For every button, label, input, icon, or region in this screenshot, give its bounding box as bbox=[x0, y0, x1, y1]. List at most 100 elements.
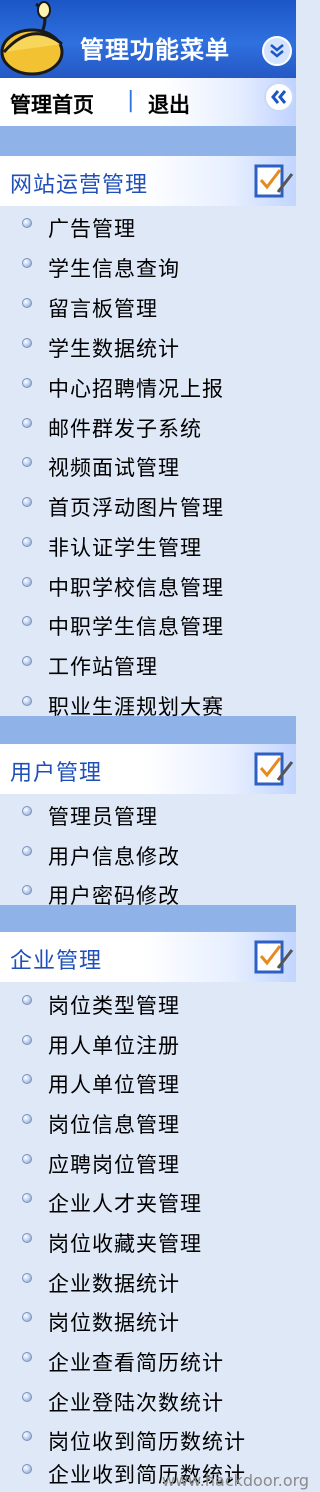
list-item[interactable]: 企业登陆次数统计 bbox=[22, 1382, 292, 1420]
list-item[interactable]: 中职学校信息管理 bbox=[22, 567, 292, 605]
bullet-icon bbox=[22, 1431, 32, 1441]
menu-item-label: 用人单位管理 bbox=[48, 1073, 180, 1097]
top-nav: 管理首页 | 退出 bbox=[0, 78, 296, 126]
list-item[interactable]: 岗位类型管理 bbox=[22, 985, 292, 1023]
menu-item-label: 非认证学生管理 bbox=[48, 536, 202, 560]
section-title: 用户管理 bbox=[10, 761, 103, 786]
list-item[interactable]: 岗位信息管理 bbox=[22, 1104, 292, 1142]
bullet-icon bbox=[22, 298, 32, 308]
menu-item-label: 留言板管理 bbox=[48, 297, 158, 321]
bullet-icon bbox=[22, 577, 32, 587]
bullet-icon bbox=[22, 338, 32, 348]
list-item[interactable]: 企业人才夹管理 bbox=[22, 1183, 292, 1221]
section-header-site-operations[interactable]: 网站运营管理 bbox=[0, 156, 296, 206]
menu-item-label: 企业数据统计 bbox=[48, 1272, 180, 1296]
section-title: 企业管理 bbox=[10, 949, 103, 974]
list-item[interactable]: 邮件群发子系统 bbox=[22, 408, 292, 446]
bullet-icon bbox=[22, 806, 32, 816]
bullet-icon bbox=[22, 537, 32, 547]
list-item[interactable]: 首页浮动图片管理 bbox=[22, 487, 292, 525]
bullet-icon bbox=[22, 258, 32, 268]
bullet-icon bbox=[22, 218, 32, 228]
menu-item-label: 广告管理 bbox=[48, 217, 136, 241]
edit-checklist-icon bbox=[254, 940, 294, 974]
list-item[interactable]: 留言板管理 bbox=[22, 288, 292, 326]
menu-item-label: 岗位类型管理 bbox=[48, 994, 180, 1018]
bullet-icon bbox=[22, 1233, 32, 1243]
menu-item-label: 企业查看简历统计 bbox=[48, 1351, 224, 1375]
bullet-icon bbox=[22, 1154, 32, 1164]
list-item[interactable]: 中职学生信息管理 bbox=[22, 606, 292, 644]
bullet-icon bbox=[22, 1392, 32, 1402]
list-item[interactable]: 用人单位管理 bbox=[22, 1064, 292, 1102]
watermark-text: www.hackdoor.org bbox=[162, 1471, 310, 1490]
double-chevron-down-icon bbox=[270, 44, 284, 58]
menu-item-label: 用人单位注册 bbox=[48, 1034, 180, 1058]
list-item[interactable]: 管理员管理 bbox=[22, 796, 292, 834]
bullet-icon bbox=[22, 1312, 32, 1322]
bullet-icon bbox=[22, 995, 32, 1005]
menu-item-label: 首页浮动图片管理 bbox=[48, 496, 224, 520]
menu-item-label: 企业登陆次数统计 bbox=[48, 1391, 224, 1415]
nav-separator: | bbox=[127, 88, 135, 113]
home-link[interactable]: 管理首页 bbox=[10, 89, 94, 119]
menu-item-label: 管理员管理 bbox=[48, 805, 158, 829]
list-item[interactable]: 学生信息查询 bbox=[22, 248, 292, 286]
edit-checklist-icon bbox=[254, 752, 294, 786]
menu-item-label: 岗位收到简历数统计 bbox=[48, 1430, 246, 1454]
list-item[interactable]: 用人单位注册 bbox=[22, 1025, 292, 1063]
menu-title: 管理功能菜单 bbox=[80, 36, 230, 64]
menu-item-label: 视频面试管理 bbox=[48, 456, 180, 480]
list-item[interactable]: 企业查看简历统计 bbox=[22, 1342, 292, 1380]
menu-item-label: 中心招聘情况上报 bbox=[48, 377, 224, 401]
bullet-icon bbox=[22, 885, 32, 895]
menu-header: 管理功能菜单 bbox=[0, 0, 296, 78]
menu-item-label: 学生数据统计 bbox=[48, 337, 180, 361]
menu-item-label: 岗位收藏夹管理 bbox=[48, 1232, 202, 1256]
hide-menu-button[interactable] bbox=[264, 82, 294, 112]
menu-item-label: 应聘岗位管理 bbox=[48, 1153, 180, 1177]
bullet-icon bbox=[22, 616, 32, 626]
bullet-icon bbox=[22, 418, 32, 428]
collapse-all-button[interactable] bbox=[262, 36, 292, 66]
double-chevron-left-icon bbox=[271, 90, 287, 104]
list-item[interactable]: 中心招聘情况上报 bbox=[22, 368, 292, 406]
bullet-icon bbox=[22, 1273, 32, 1283]
bullet-icon bbox=[22, 1352, 32, 1362]
menu-item-label: 企业人才夹管理 bbox=[48, 1192, 202, 1216]
menu-item-label: 岗位信息管理 bbox=[48, 1113, 180, 1137]
edit-checklist-icon bbox=[254, 164, 294, 198]
bullet-icon bbox=[22, 1193, 32, 1203]
list-item[interactable]: 岗位数据统计 bbox=[22, 1302, 292, 1340]
list-item[interactable]: 广告管理 bbox=[22, 208, 292, 246]
bullet-icon bbox=[22, 1035, 32, 1045]
menu-item-label: 岗位数据统计 bbox=[48, 1311, 180, 1335]
list-item[interactable]: 工作站管理 bbox=[22, 646, 292, 684]
list-item[interactable]: 非认证学生管理 bbox=[22, 527, 292, 565]
list-item[interactable]: 岗位收藏夹管理 bbox=[22, 1223, 292, 1261]
section-gap bbox=[0, 126, 296, 156]
section-header-user-management[interactable]: 用户管理 bbox=[0, 744, 296, 794]
menu-item-label: 邮件群发子系统 bbox=[48, 417, 202, 441]
helmet-logo-icon bbox=[0, 1, 64, 76]
section-title: 网站运营管理 bbox=[10, 173, 149, 198]
list-item[interactable]: 用户信息修改 bbox=[22, 836, 292, 874]
list-item[interactable]: 企业数据统计 bbox=[22, 1263, 292, 1301]
bullet-icon bbox=[22, 497, 32, 507]
bullet-icon bbox=[22, 378, 32, 388]
section-header-enterprise-management[interactable]: 企业管理 bbox=[0, 932, 296, 982]
bullet-icon bbox=[22, 1464, 32, 1474]
bullet-icon bbox=[22, 1114, 32, 1124]
bullet-icon bbox=[22, 696, 32, 706]
menu-item-label: 用户信息修改 bbox=[48, 845, 180, 869]
bullet-icon bbox=[22, 1074, 32, 1084]
bullet-icon bbox=[22, 457, 32, 467]
menu-item-label: 学生信息查询 bbox=[48, 257, 180, 281]
logout-link[interactable]: 退出 bbox=[148, 89, 190, 119]
menu-item-label: 中职学生信息管理 bbox=[48, 615, 224, 639]
list-item[interactable]: 应聘岗位管理 bbox=[22, 1144, 292, 1182]
bullet-icon bbox=[22, 846, 32, 856]
section-gap bbox=[0, 905, 296, 935]
list-item[interactable]: 视频面试管理 bbox=[22, 447, 292, 485]
list-item[interactable]: 学生数据统计 bbox=[22, 328, 292, 366]
